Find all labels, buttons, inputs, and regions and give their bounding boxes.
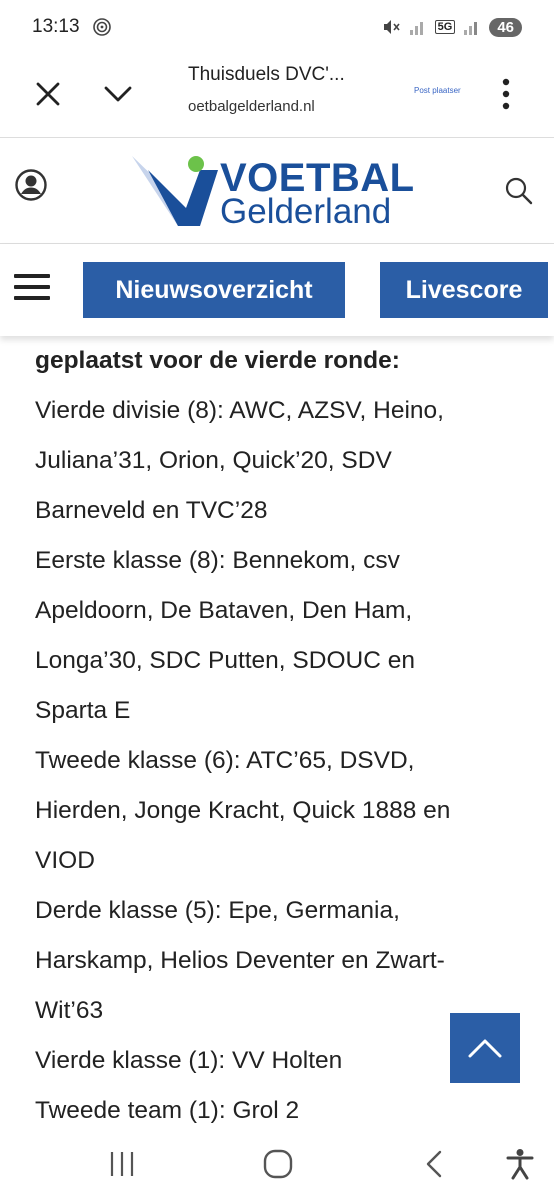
site-logo[interactable]: VOETBAL Gelderland: [130, 152, 430, 232]
article-line: Juliana’31, Orion, Quick’20, SDV: [35, 447, 392, 474]
collapse-button[interactable]: [96, 72, 140, 116]
article-line: Derde klasse (5): Epe, Germania,: [35, 897, 400, 924]
user-icon: [15, 169, 47, 201]
more-vert-icon: [502, 78, 510, 110]
signal-icon-2: [464, 22, 478, 35]
account-button[interactable]: [14, 168, 48, 202]
more-options-button[interactable]: [484, 72, 528, 116]
article-line: Harskamp, Helios Deventer en Zwart-: [35, 947, 445, 974]
scroll-to-top-button[interactable]: [450, 1013, 520, 1083]
chevron-up-icon: [468, 1039, 502, 1058]
article-heading: geplaatst voor de vierde ronde:: [35, 347, 400, 374]
accessibility-icon: [506, 1149, 534, 1180]
status-bar: 13:13 5G 46: [0, 0, 554, 54]
search-button[interactable]: [504, 176, 534, 206]
recent-apps-button[interactable]: [102, 1144, 142, 1184]
article-line: VIOD: [35, 847, 95, 874]
accessibility-button[interactable]: [500, 1144, 540, 1184]
article-line: Sparta E: [35, 697, 131, 724]
mute-icon: [383, 20, 400, 34]
article-line: Vierde divisie (8): AWC, AZSV, Heino,: [35, 397, 444, 424]
search-icon: [505, 177, 533, 205]
battery-badge: 46: [489, 17, 522, 37]
livescore-button[interactable]: Livescore: [380, 262, 548, 318]
site-nav: Nieuwsoverzicht Livescore: [0, 244, 554, 336]
close-icon: [36, 82, 60, 106]
close-button[interactable]: [26, 72, 70, 116]
signal-icon: [409, 22, 423, 35]
system-nav-bar: [0, 1126, 554, 1200]
recent-apps-icon: [110, 1152, 134, 1176]
browser-toolbar: Thuisduels DVC'... oetbalgelderland.nl P…: [0, 54, 554, 138]
logo-line2: Gelderland: [220, 192, 392, 231]
home-button[interactable]: [258, 1144, 298, 1184]
logo-mark-icon: [132, 156, 218, 226]
status-time: 13:13: [32, 16, 80, 37]
back-icon: [426, 1150, 442, 1178]
hamburger-menu-icon[interactable]: [14, 274, 50, 304]
page-url[interactable]: oetbalgelderland.nl: [188, 98, 315, 115]
news-overview-button[interactable]: Nieuwsoverzicht: [83, 262, 345, 318]
article-line: Apeldoorn, De Bataven, Den Ham,: [35, 597, 413, 624]
article-line: Eerste klasse (8): Bennekom, csv: [35, 547, 400, 574]
back-button[interactable]: [414, 1144, 454, 1184]
hotspot-icon: [92, 18, 111, 36]
home-icon: [263, 1149, 293, 1179]
ad-label: Post plaatser: [414, 86, 461, 95]
article-line: Barneveld en TVC’28: [35, 497, 268, 524]
site-header: VOETBAL Gelderland: [0, 138, 554, 244]
article-line: Hierden, Jonge Kracht, Quick 1888 en: [35, 797, 451, 824]
chevron-down-icon: [104, 86, 132, 102]
network-type: 5G: [434, 20, 456, 34]
page-title: Thuisduels DVC'...: [188, 64, 345, 85]
article-line: Tweede klasse (6): ATC’65, DSVD,: [35, 747, 415, 774]
article-line: Longa’30, SDC Putten, SDOUC en: [35, 647, 415, 674]
